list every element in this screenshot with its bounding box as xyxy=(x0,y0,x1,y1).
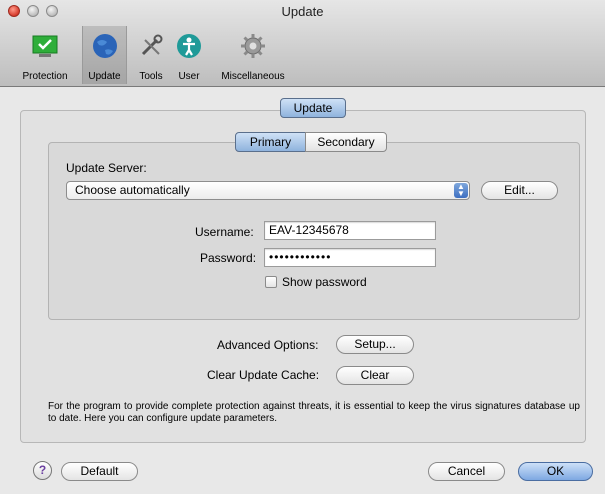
toolbar-label: User xyxy=(178,71,200,82)
tools-icon xyxy=(141,34,163,56)
username-field[interactable]: EAV-12345678 xyxy=(264,221,436,240)
help-button[interactable]: ? xyxy=(33,461,52,480)
cancel-button[interactable]: Cancel xyxy=(428,462,505,481)
toolbar-item-miscellaneous[interactable]: Miscellaneous xyxy=(214,26,292,84)
clear-cache-button[interactable]: Clear xyxy=(336,366,414,385)
shield-check-icon xyxy=(32,35,58,57)
setup-button[interactable]: Setup... xyxy=(336,335,414,354)
tab-update[interactable]: Update xyxy=(280,98,346,118)
toolbar-label: Miscellaneous xyxy=(221,71,285,82)
clear-cache-label: Clear Update Cache: xyxy=(207,368,320,382)
toolbar-item-protection[interactable]: Protection xyxy=(16,26,74,84)
tab-primary[interactable]: Primary xyxy=(235,132,306,152)
toolbar-item-user[interactable]: User xyxy=(171,26,207,84)
gear-icon xyxy=(241,34,265,58)
chevron-updown-icon: ▲ ▼ xyxy=(454,183,468,198)
globe-icon xyxy=(92,34,117,58)
toolbar-label: Update xyxy=(88,71,121,82)
username-label: Username: xyxy=(195,225,254,239)
default-button[interactable]: Default xyxy=(61,462,138,481)
password-label: Password: xyxy=(200,251,257,265)
toolbar-label: Protection xyxy=(22,71,68,82)
update-server-select[interactable]: Choose automatically ▲ ▼ xyxy=(66,181,470,200)
user-icon xyxy=(177,34,201,58)
password-field[interactable]: •••••••••••• xyxy=(264,248,436,267)
show-password-checkbox[interactable] xyxy=(265,276,277,288)
description-text: For the program to provide complete prot… xyxy=(48,401,580,424)
toolbar-item-tools[interactable]: Tools xyxy=(132,26,170,84)
preferences-window: Update Protection Update Tools User Misc… xyxy=(0,0,605,494)
title-toolbar: Update Protection Update Tools User Misc… xyxy=(0,0,605,87)
update-server-value: Choose automatically xyxy=(75,183,190,197)
tab-secondary[interactable]: Secondary xyxy=(305,132,387,152)
advanced-options-label: Advanced Options: xyxy=(217,338,319,352)
toolbar-item-update[interactable]: Update xyxy=(82,26,127,84)
update-server-label: Update Server: xyxy=(66,161,147,175)
show-password-label: Show password xyxy=(282,275,367,289)
ok-button[interactable]: OK xyxy=(518,462,593,481)
edit-server-button[interactable]: Edit... xyxy=(481,181,558,200)
toolbar-label: Tools xyxy=(139,71,163,82)
window-title: Update xyxy=(281,4,324,19)
